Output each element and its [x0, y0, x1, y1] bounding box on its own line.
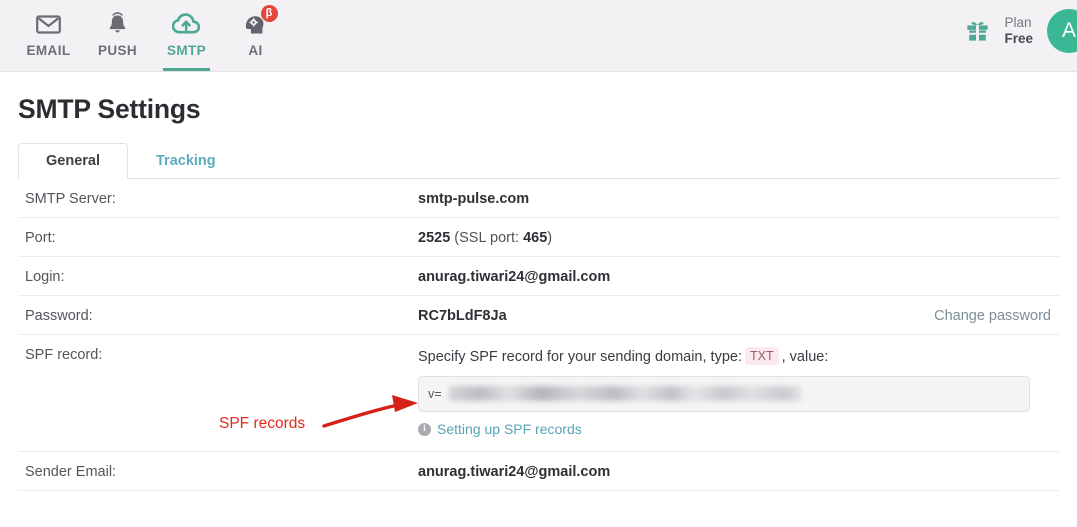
record-type-badge: TXT	[745, 347, 779, 365]
change-password-link[interactable]: Change password	[934, 307, 1059, 324]
settings-row-password: Password: RC7bLdF8Ja Change password	[18, 296, 1059, 335]
spf-content: Specify SPF record for your sending doma…	[418, 346, 1059, 437]
nav-right-group: Plan Free A	[951, 0, 1077, 62]
port-ssl-suffix: )	[547, 230, 553, 246]
nav-item-push-label: PUSH	[97, 43, 138, 58]
settings-row-spf-record: SPF record: Specify SPF record for your …	[18, 335, 1059, 452]
settings-row-sender-email: Sender Email: anurag.tiwari24@gmail.com	[18, 452, 1059, 491]
avatar[interactable]: A	[1047, 9, 1077, 53]
row-label: Password:	[25, 308, 93, 324]
annotation-label: SPF records	[219, 415, 306, 432]
bell-icon	[105, 9, 130, 39]
ai-head-gear-icon: β	[243, 5, 278, 39]
nav-item-email[interactable]: EMAIL	[14, 0, 83, 71]
row-label: Port:	[25, 230, 56, 246]
cloud-upload-icon	[171, 9, 202, 39]
row-label: Sender Email:	[25, 464, 117, 480]
row-value: 2525 (SSL port: 465)	[418, 229, 1059, 246]
row-value: smtp-pulse.com	[418, 191, 530, 207]
row-label: SMTP Server:	[25, 191, 116, 207]
plan-label: Plan	[1004, 14, 1032, 30]
nav-items-group: EMAIL PUSH SMTP β AI	[0, 0, 290, 71]
settings-list: SMTP Server: smtp-pulse.com Port: 2525 (…	[18, 179, 1059, 491]
spf-record-input[interactable]	[418, 376, 1030, 412]
tab-general[interactable]: General	[18, 143, 128, 179]
plan-value: Free	[1004, 31, 1033, 46]
port-primary: 2525	[418, 230, 451, 246]
active-tab-indicator	[163, 68, 210, 71]
plan-info[interactable]: Plan Free	[1004, 15, 1033, 48]
row-value: RC7bLdF8Ja	[418, 308, 507, 324]
row-value: anurag.tiwari24@gmail.com	[418, 464, 611, 480]
beta-badge: β	[260, 5, 278, 22]
tab-general-label: General	[46, 153, 100, 169]
spf-description-after: , value:	[781, 349, 829, 365]
top-navigation-bar: EMAIL PUSH SMTP β AI Plan Free A	[0, 0, 1077, 72]
spf-help-link[interactable]: i Setting up SPF records	[418, 421, 1059, 437]
spf-help-label: Setting up SPF records	[437, 421, 582, 437]
nav-item-ai-label: AI	[248, 43, 263, 58]
row-label: Login:	[25, 269, 65, 285]
settings-tabs: General Tracking	[18, 143, 1059, 179]
nav-item-smtp-label: SMTP	[166, 43, 207, 58]
settings-row-login: Login: anurag.tiwari24@gmail.com	[18, 257, 1059, 296]
nav-item-ai[interactable]: β AI	[221, 0, 290, 71]
spf-description-before: Specify SPF record for your sending doma…	[418, 349, 742, 365]
settings-row-smtp-server: SMTP Server: smtp-pulse.com	[18, 179, 1059, 218]
info-icon: i	[418, 422, 431, 436]
port-ssl-value: 465	[523, 230, 548, 246]
spf-description: Specify SPF record for your sending doma…	[418, 347, 1059, 365]
nav-item-email-label: EMAIL	[26, 43, 71, 58]
nav-item-push[interactable]: PUSH	[83, 0, 152, 71]
port-ssl-prefix: (SSL port:	[450, 230, 524, 246]
nav-item-smtp[interactable]: SMTP	[152, 0, 221, 71]
page-container: SMTP Settings General Tracking SMTP Serv…	[0, 94, 1077, 491]
row-value: anurag.tiwari24@gmail.com	[418, 269, 611, 285]
spf-input-wrapper	[418, 376, 1030, 412]
settings-row-port: Port: 2525 (SSL port: 465)	[18, 218, 1059, 257]
envelope-icon	[36, 9, 61, 39]
page-title: SMTP Settings	[18, 94, 201, 124]
gift-icon[interactable]	[951, 19, 1004, 43]
row-label: SPF record:	[25, 347, 103, 363]
tab-tracking-label: Tracking	[156, 153, 216, 169]
tab-tracking[interactable]: Tracking	[128, 143, 244, 179]
